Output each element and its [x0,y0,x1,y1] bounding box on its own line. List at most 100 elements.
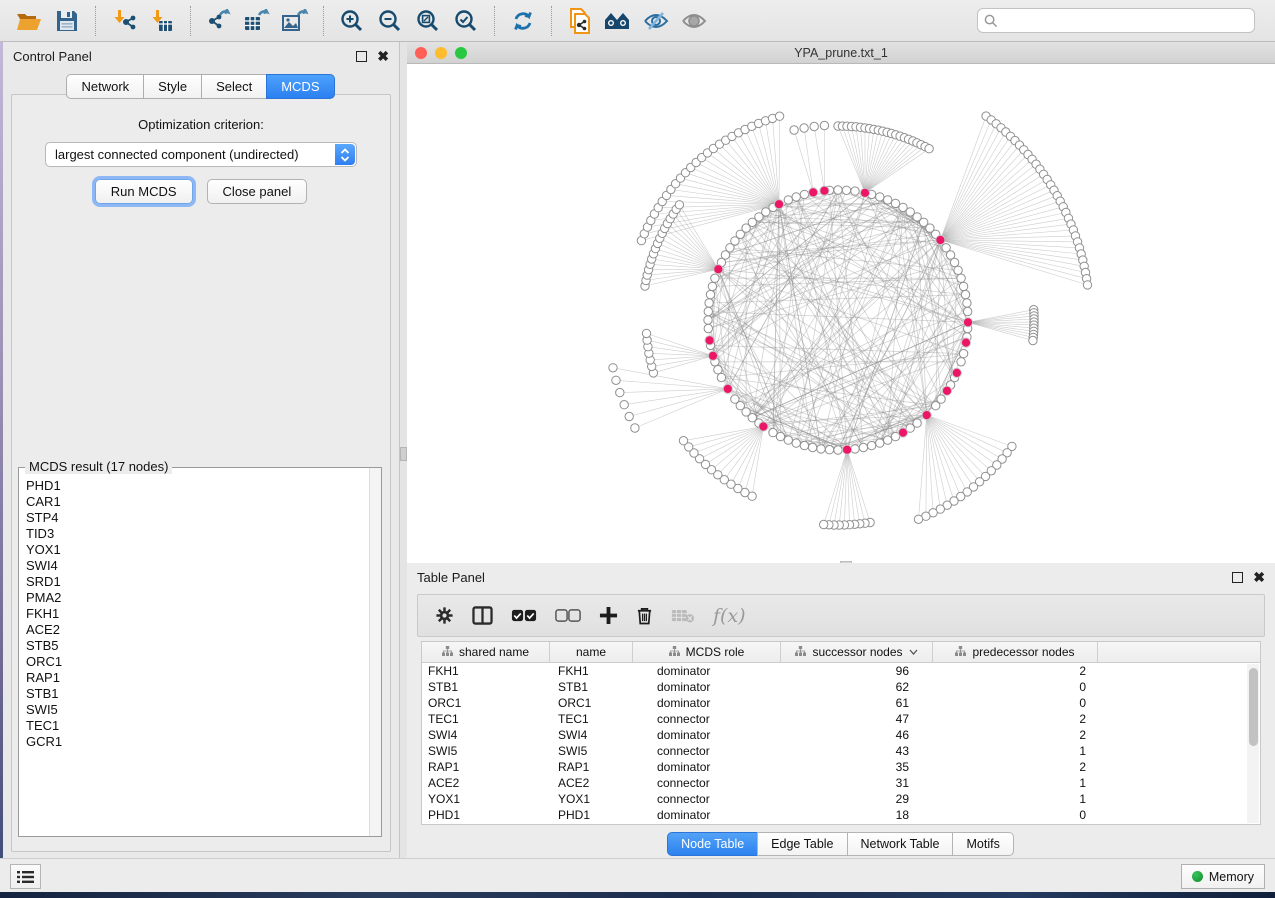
table-cell[interactable]: PHD1 [550,808,633,822]
save-session-icon[interactable] [52,6,82,36]
table-cell[interactable]: dominator [633,728,781,742]
mcds-result-item[interactable]: SRD1 [26,574,368,590]
zoom-selected-icon[interactable] [451,6,481,36]
table-cell[interactable]: SWI4 [422,728,550,742]
table-cell[interactable]: connector [633,792,781,806]
table-cell[interactable]: YOX1 [422,792,550,806]
table-cell[interactable]: 35 [781,760,933,774]
table-cell[interactable]: dominator [633,680,781,694]
column-header-shared-name[interactable]: shared name [422,642,550,662]
table-cell[interactable]: connector [633,776,781,790]
tab-network[interactable]: Network [66,74,144,99]
mcds-result-item[interactable]: CAR1 [26,494,368,510]
table-scrollbar-thumb[interactable] [1249,668,1258,746]
network-view-canvas[interactable] [407,64,1275,563]
mcds-result-scrollbar[interactable] [369,468,381,836]
unselect-all-columns-icon[interactable] [555,609,581,622]
search-input[interactable] [1003,14,1248,28]
network-graph[interactable] [407,64,1275,563]
table-cell[interactable]: RAP1 [550,760,633,774]
table-cell[interactable]: 2 [933,664,1098,678]
mcds-result-item[interactable]: FKH1 [26,606,368,622]
table-cell[interactable]: connector [633,712,781,726]
table-cell[interactable]: FKH1 [550,664,633,678]
zoom-out-icon[interactable] [375,6,405,36]
create-column-icon[interactable] [599,606,618,625]
tab-motifs[interactable]: Motifs [952,832,1013,856]
table-cell[interactable]: connector [633,744,781,758]
table-cell[interactable]: 1 [933,744,1098,758]
table-cell[interactable]: 31 [781,776,933,790]
import-network-icon[interactable] [109,6,139,36]
run-mcds-button[interactable]: Run MCDS [95,179,193,204]
table-cell[interactable]: ACE2 [422,776,550,790]
clone-network-icon[interactable] [565,6,595,36]
table-cell[interactable]: 46 [781,728,933,742]
float-panel-icon[interactable] [356,51,367,62]
optimization-criterion-select[interactable]: largest connected component (undirected) [45,142,357,167]
table-cell[interactable]: STB1 [550,680,633,694]
table-cell[interactable]: SWI4 [550,728,633,742]
table-cell[interactable]: 61 [781,696,933,710]
mcds-result-item[interactable]: TID3 [26,526,368,542]
table-scrollbar[interactable] [1247,664,1259,823]
column-header-predecessor-nodes[interactable]: predecessor nodes [933,642,1098,662]
mcds-result-item[interactable]: ORC1 [26,654,368,670]
table-cell[interactable]: 62 [781,680,933,694]
show-all-eye-icon[interactable] [679,6,709,36]
table-row[interactable]: STB1STB1dominator620 [422,679,1260,695]
table-cell[interactable]: 2 [933,728,1098,742]
table-row[interactable]: ORC1ORC1dominator610 [422,695,1260,711]
table-cell[interactable]: 18 [781,808,933,822]
delete-columns-icon[interactable] [636,606,653,625]
tab-style[interactable]: Style [143,74,202,99]
table-cell[interactable]: 0 [933,680,1098,694]
tab-select[interactable]: Select [201,74,267,99]
table-cell[interactable]: SWI5 [550,744,633,758]
table-cell[interactable]: dominator [633,808,781,822]
table-cell[interactable]: 1 [933,776,1098,790]
show-panels-list-button[interactable] [10,864,41,889]
mcds-result-item[interactable]: SWI5 [26,702,368,718]
memory-button[interactable]: Memory [1181,864,1265,889]
table-row[interactable]: ACE2ACE2connector311 [422,775,1260,791]
vertical-splitter[interactable] [400,42,407,858]
network-window-titlebar[interactable]: YPA_prune.txt_1 [407,42,1275,64]
hide-selected-eye-icon[interactable] [641,6,671,36]
tab-node-table[interactable]: Node Table [667,832,758,856]
export-image-icon[interactable] [280,6,310,36]
table-cell[interactable]: dominator [633,760,781,774]
table-cell[interactable]: ORC1 [422,696,550,710]
mcds-result-list[interactable]: PHD1CAR1STP4TID3YOX1SWI4SRD1PMA2FKH1ACE2… [20,476,368,835]
tab-edge-table[interactable]: Edge Table [757,832,847,856]
table-cell[interactable]: 0 [933,808,1098,822]
table-cell[interactable]: RAP1 [422,760,550,774]
table-cell[interactable]: 0 [933,696,1098,710]
mcds-result-item[interactable]: PHD1 [26,478,368,494]
table-cell[interactable]: 47 [781,712,933,726]
mcds-result-item[interactable]: STP4 [26,510,368,526]
show-columns-icon[interactable] [472,606,493,625]
table-cell[interactable]: TEC1 [550,712,633,726]
zoom-in-icon[interactable] [337,6,367,36]
table-cell[interactable]: 29 [781,792,933,806]
export-table-icon[interactable] [242,6,272,36]
open-session-icon[interactable] [14,6,44,36]
mcds-result-item[interactable]: SWI4 [26,558,368,574]
refresh-icon[interactable] [508,6,538,36]
mcds-result-item[interactable]: PMA2 [26,590,368,606]
vertical-splitter-handle[interactable] [400,447,407,461]
table-cell[interactable]: 1 [933,792,1098,806]
network-search-field[interactable] [977,8,1255,33]
table-cell[interactable]: 2 [933,712,1098,726]
mcds-result-item[interactable]: GCR1 [26,734,368,750]
table-cell[interactable]: YOX1 [550,792,633,806]
mcds-result-item[interactable]: STB5 [26,638,368,654]
close-panel-button[interactable]: Close panel [207,179,308,204]
zoom-fit-icon[interactable] [413,6,443,36]
table-cell[interactable]: ORC1 [550,696,633,710]
table-cell[interactable]: FKH1 [422,664,550,678]
mcds-result-item[interactable]: STB1 [26,686,368,702]
select-all-columns-icon[interactable] [511,609,537,622]
float-table-panel-icon[interactable] [1232,572,1243,583]
